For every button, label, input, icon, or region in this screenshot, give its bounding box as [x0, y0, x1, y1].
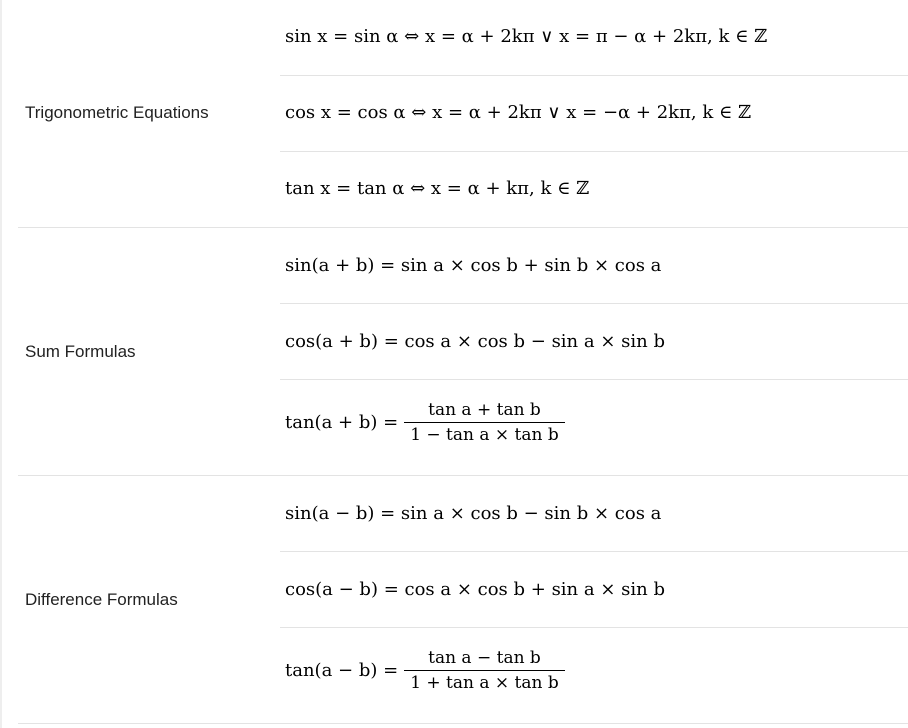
- formula-text: cos(a + b) = cos a × cos b − sin a × sin…: [285, 331, 665, 352]
- formula-group-difference: Difference Formulas sin(a − b) = sin a ×…: [0, 476, 908, 724]
- formula-row: tan(a + b) = tan a + tan b 1 − tan a × t…: [280, 380, 908, 476]
- group-label: Trigonometric Equations: [25, 103, 209, 122]
- formula-group-trig-equations: Trigonometric Equations sin x = sin α ⇔ …: [0, 0, 908, 228]
- fraction: tan a + tan b 1 − tan a × tan b: [404, 402, 565, 444]
- formula-lhs: tan(a + b) =: [285, 412, 399, 433]
- formula-text: sin(a − b) = sin a × cos b − sin b × cos…: [285, 503, 662, 524]
- formula-text: cos x = cos α ⇔ x = α + 2kπ ∨ x = −α + 2…: [285, 102, 752, 123]
- fraction-denominator: 1 − tan a × tan b: [410, 425, 559, 445]
- formula-row: cos x = cos α ⇔ x = α + 2kπ ∨ x = −α + 2…: [280, 76, 908, 152]
- formula-row: sin(a − b) = sin a × cos b − sin b × cos…: [280, 476, 908, 552]
- formula-row: cos(a − b) = cos a × cos b + sin a × sin…: [280, 552, 908, 628]
- fraction-numerator: tan a + tan b: [428, 400, 541, 420]
- formula-lhs: tan(a − b) =: [285, 660, 399, 681]
- formula-text: sin x = sin α ⇔ x = α + 2kπ ∨ x = π − α …: [285, 26, 768, 47]
- formula-text: sin(a + b) = sin a × cos b + sin b × cos…: [285, 255, 662, 276]
- fraction-numerator: tan a − tan b: [428, 648, 541, 668]
- formula-row: sin x = sin α ⇔ x = α + 2kπ ∨ x = π − α …: [280, 0, 908, 76]
- formula-row: cos(a + b) = cos a × cos b − sin a × sin…: [280, 304, 908, 380]
- formula-row: sin(a + b) = sin a × cos b + sin b × cos…: [280, 228, 908, 304]
- formula-row: tan(a − b) = tan a − tan b 1 + tan a × t…: [280, 628, 908, 724]
- formula-row: tan x = tan α ⇔ x = α + kπ, k ∈ ℤ: [280, 152, 908, 228]
- fraction-formula: tan(a + b) = tan a + tan b 1 − tan a × t…: [285, 402, 565, 444]
- formula-text: tan x = tan α ⇔ x = α + kπ, k ∈ ℤ: [285, 178, 590, 199]
- fraction: tan a − tan b 1 + tan a × tan b: [404, 650, 565, 692]
- group-divider: [18, 723, 908, 724]
- formula-group-sum: Sum Formulas sin(a + b) = sin a × cos b …: [0, 228, 908, 476]
- formula-text: cos(a − b) = cos a × cos b + sin a × sin…: [285, 579, 665, 600]
- group-label: Sum Formulas: [25, 342, 136, 361]
- fraction-formula: tan(a − b) = tan a − tan b 1 + tan a × t…: [285, 650, 565, 692]
- group-label: Difference Formulas: [25, 590, 178, 609]
- fraction-denominator: 1 + tan a × tan b: [410, 673, 559, 693]
